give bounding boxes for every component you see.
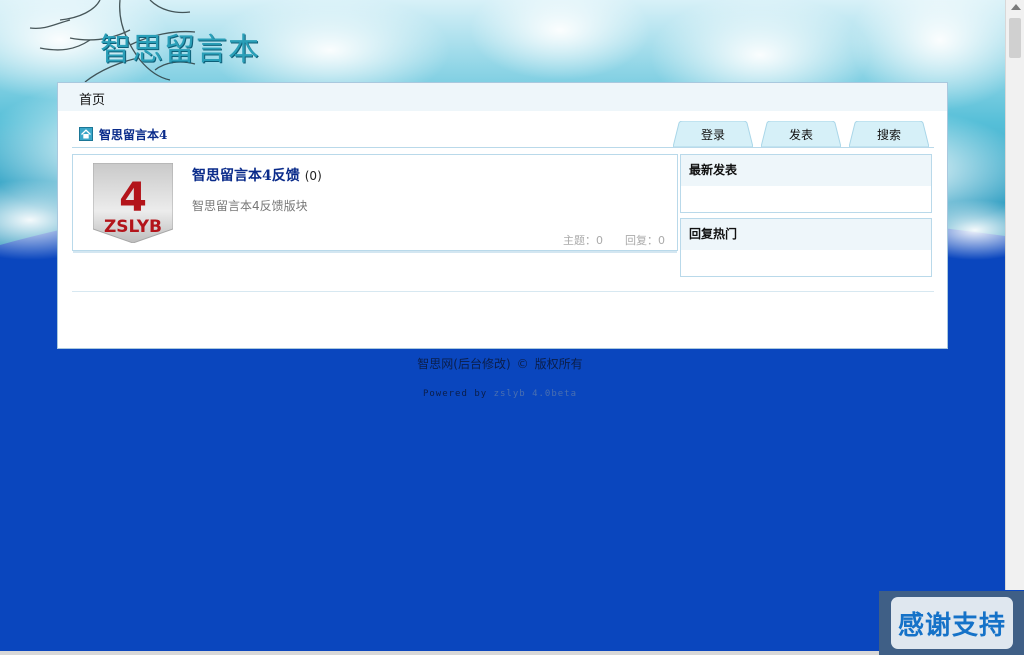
replies-label: 回复：	[625, 234, 658, 247]
tab-login-label: 登录	[700, 127, 725, 142]
tab-search[interactable]: 搜索	[849, 121, 929, 147]
latest-posts-heading: 最新发表	[681, 155, 931, 186]
replies-stat: 回复：0	[625, 232, 665, 248]
forum-logo-text: ZSLYB	[104, 217, 162, 237]
thanks-button[interactable]: 感谢支持	[891, 597, 1013, 649]
topics-stat: 主题：0	[563, 232, 603, 248]
vertical-scrollbar[interactable]	[1005, 0, 1024, 590]
powered-by-line: Powered by zslyb 4.0beta	[0, 389, 1000, 399]
forum-title-link[interactable]: 智思留言本4反馈	[192, 165, 300, 185]
latest-posts-box: 最新发表	[680, 154, 932, 213]
powered-version-link[interactable]: zslyb 4.0beta	[494, 389, 577, 399]
forum-logo[interactable]: 4 ZSLYB	[93, 163, 173, 243]
home-icon	[79, 127, 93, 141]
breadcrumb-current[interactable]: 智思留言本4	[99, 126, 167, 143]
forum-title-row: 智思留言本4反馈 (0)	[192, 165, 322, 185]
hot-replies-heading: 回复热门	[681, 219, 931, 250]
forum-stats: 主题：0 回复：0	[563, 232, 665, 248]
breadcrumb: 智思留言本4	[79, 126, 167, 142]
copyright-mark: ©	[516, 357, 529, 371]
tab-login[interactable]: 登录	[673, 121, 753, 147]
copyright-text: 版权所有	[534, 357, 583, 371]
forum-board-shadow	[73, 251, 677, 253]
thanks-badge: 感谢支持	[879, 591, 1024, 655]
replies-value: 0	[658, 234, 665, 247]
tab-post-label: 发表	[788, 127, 813, 142]
tab-search-label: 搜索	[876, 127, 901, 142]
content-divider	[72, 291, 934, 292]
powered-prefix: Powered by	[422, 389, 488, 399]
forum-new-count: (0)	[304, 169, 322, 183]
site-logo[interactable]: 智思留言本	[100, 24, 260, 69]
copyright-line: 智思网(后台修改) © 版权所有	[0, 355, 1000, 372]
scroll-up-arrow-icon[interactable]	[1011, 4, 1021, 10]
forum-logo-number: 4	[119, 175, 147, 221]
copyright-link[interactable]: 智思网(后台修改)	[417, 357, 510, 371]
scroll-thumb[interactable]	[1009, 18, 1021, 58]
nav-home-link[interactable]: 首页	[79, 89, 105, 108]
forum-description: 智思留言本4反馈版块	[192, 199, 308, 213]
topics-value: 0	[596, 234, 603, 247]
horizontal-scrollbar-edge	[0, 651, 880, 655]
nav-bar: 首页	[58, 83, 947, 111]
breadcrumb-divider	[72, 147, 934, 148]
forum-board: 4 ZSLYB 智思留言本4反馈 (0) 智思留言本4反馈版块 主题：0 回复：…	[72, 154, 678, 253]
topics-label: 主题：	[563, 234, 596, 247]
main-panel: 首页 智思留言本4 登录 发表 搜索 4 ZSLYB 智思留言本4反馈 (0) …	[57, 82, 948, 349]
tab-post[interactable]: 发表	[761, 121, 841, 147]
hot-replies-box: 回复热门	[680, 218, 932, 277]
